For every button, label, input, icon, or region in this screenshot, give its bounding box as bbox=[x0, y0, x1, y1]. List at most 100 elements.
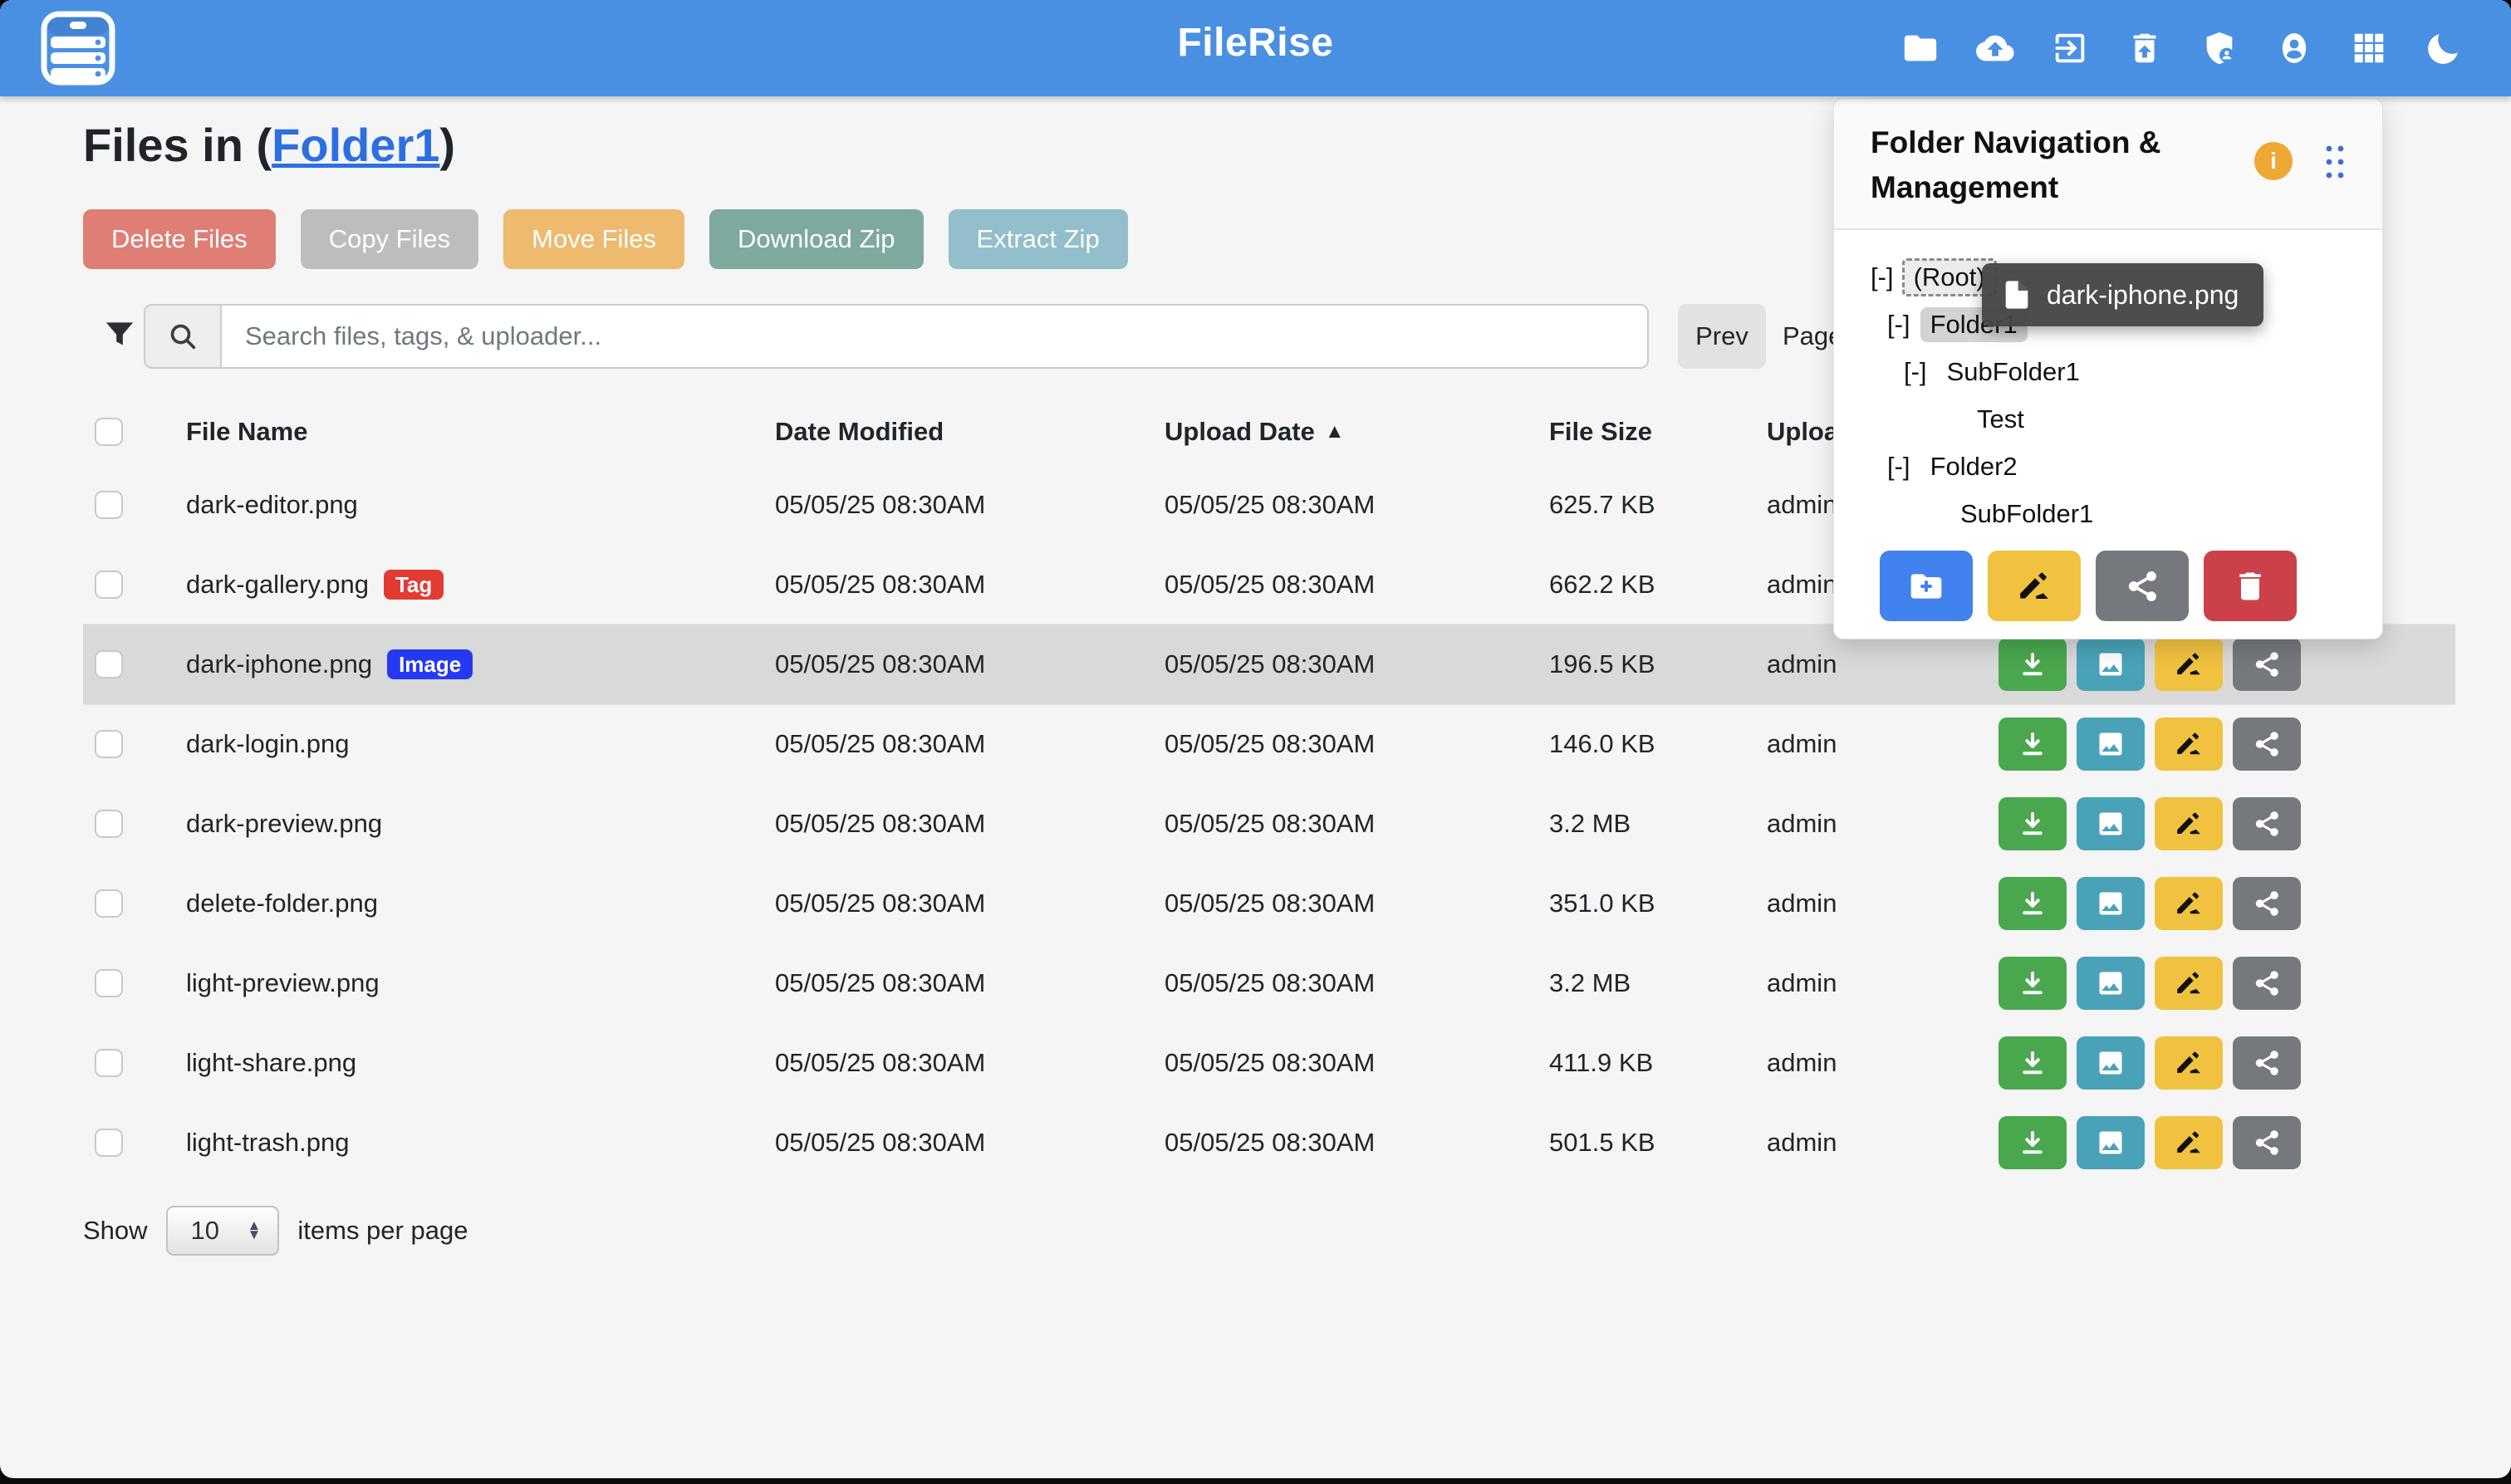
sign-in-icon[interactable] bbox=[2049, 27, 2091, 69]
column-header-date-modified[interactable]: Date Modified bbox=[775, 399, 944, 465]
filter-funnel-icon[interactable] bbox=[101, 317, 138, 354]
table-row[interactable]: light-trash.png 05/05/25 08:30AM 05/05/2… bbox=[83, 1103, 2455, 1183]
share-button[interactable] bbox=[2233, 957, 2301, 1010]
tree-toggle[interactable]: [-] bbox=[1887, 452, 1910, 482]
image-preview-button[interactable] bbox=[2077, 1116, 2145, 1169]
share-button[interactable] bbox=[2096, 551, 2189, 621]
drag-ghost-tooltip: dark-iphone.png bbox=[1982, 263, 2263, 326]
table-row[interactable]: light-preview.png 05/05/25 08:30AM 05/05… bbox=[83, 943, 2455, 1023]
download-button[interactable] bbox=[1999, 877, 2067, 930]
download-button[interactable] bbox=[1999, 957, 2067, 1010]
rename-button[interactable] bbox=[2155, 1036, 2223, 1090]
top-bar: FileRise bbox=[0, 0, 2511, 96]
rename-button[interactable] bbox=[2155, 877, 2223, 930]
image-preview-button[interactable] bbox=[2077, 957, 2145, 1010]
file-icon bbox=[2000, 278, 2033, 311]
row-checkbox[interactable] bbox=[95, 1049, 123, 1077]
select-all-checkbox[interactable] bbox=[95, 418, 123, 446]
delete-files-button[interactable]: Delete Files bbox=[83, 209, 276, 269]
trash-restore-icon[interactable] bbox=[2124, 27, 2165, 69]
file-name: light-trash.png bbox=[186, 1128, 349, 1158]
row-checkbox[interactable] bbox=[95, 1129, 123, 1157]
download-button[interactable] bbox=[1999, 718, 2067, 771]
download-button[interactable] bbox=[1999, 638, 2067, 691]
folder-label[interactable]: Test bbox=[1967, 402, 2034, 437]
image-preview-button[interactable] bbox=[2077, 797, 2145, 850]
folder-label[interactable]: SubFolder1 bbox=[1950, 497, 2103, 531]
file-size-cell: 3.2 MB bbox=[1549, 784, 1631, 864]
folder-tree-item[interactable]: Test bbox=[1871, 395, 2382, 443]
share-button[interactable] bbox=[2233, 638, 2301, 691]
folder-tree-item[interactable]: [-] Folder2 bbox=[1871, 443, 2382, 490]
row-checkbox[interactable] bbox=[95, 969, 123, 997]
column-header-upload-date[interactable]: Upload Date ▲ bbox=[1165, 399, 1345, 465]
trash-button[interactable] bbox=[2204, 551, 2297, 621]
share-button[interactable] bbox=[2233, 797, 2301, 850]
row-checkbox[interactable] bbox=[95, 571, 123, 599]
file-name: light-share.png bbox=[186, 1048, 356, 1078]
tree-toggle[interactable]: [-] bbox=[1887, 310, 1910, 340]
column-header-file-name[interactable]: File Name bbox=[186, 399, 307, 465]
row-checkbox[interactable] bbox=[95, 730, 123, 758]
download-zip-button[interactable]: Download Zip bbox=[709, 209, 924, 269]
folder-tree-item[interactable]: SubFolder1 bbox=[1871, 490, 2382, 537]
per-page-select[interactable]: 10 ▲▼ bbox=[166, 1206, 280, 1256]
dark-mode-icon[interactable] bbox=[2423, 27, 2464, 69]
extract-zip-button[interactable]: Extract Zip bbox=[949, 209, 1128, 269]
share-button[interactable] bbox=[2233, 877, 2301, 930]
row-checkbox[interactable] bbox=[95, 491, 123, 519]
share-button[interactable] bbox=[2233, 1036, 2301, 1090]
column-header-file-size[interactable]: File Size bbox=[1549, 399, 1652, 465]
folder-label[interactable]: Folder2 bbox=[1920, 449, 2028, 484]
move-files-button[interactable]: Move Files bbox=[503, 209, 684, 269]
row-actions bbox=[1999, 1116, 2301, 1169]
drag-handle-icon[interactable] bbox=[2321, 142, 2349, 186]
share-button[interactable] bbox=[2233, 718, 2301, 771]
table-row[interactable]: dark-preview.png 05/05/25 08:30AM 05/05/… bbox=[83, 784, 2455, 864]
admin-shield-icon[interactable] bbox=[2199, 27, 2240, 69]
folder-label[interactable]: SubFolder1 bbox=[1937, 355, 2090, 389]
folder-panel-title: Folder Navigation & Management bbox=[1871, 120, 2236, 209]
file-size-cell: 146.0 KB bbox=[1549, 704, 1655, 784]
info-icon[interactable]: i bbox=[2254, 142, 2293, 180]
prev-page-button[interactable]: Prev bbox=[1678, 304, 1766, 369]
file-name: delete-folder.png bbox=[186, 889, 378, 918]
tree-toggle[interactable]: [-] bbox=[1871, 262, 1894, 292]
download-button[interactable] bbox=[1999, 1036, 2067, 1090]
spinner-arrows-icon[interactable]: ▲▼ bbox=[248, 1222, 262, 1239]
apps-grid-icon[interactable] bbox=[2348, 27, 2390, 69]
table-row[interactable]: light-share.png 05/05/25 08:30AM 05/05/2… bbox=[83, 1023, 2455, 1103]
rename-button[interactable] bbox=[1988, 551, 2081, 621]
download-button[interactable] bbox=[1999, 1116, 2067, 1169]
current-folder-link[interactable]: Folder1 bbox=[272, 119, 439, 171]
row-checkbox[interactable] bbox=[95, 810, 123, 838]
rename-button[interactable] bbox=[2155, 957, 2223, 1010]
drag-ghost-filename: dark-iphone.png bbox=[2047, 280, 2239, 311]
rename-button[interactable] bbox=[2155, 797, 2223, 850]
rename-button[interactable] bbox=[2155, 718, 2223, 771]
folder-icon[interactable] bbox=[1900, 27, 1941, 69]
file-name-cell: light-share.png bbox=[186, 1023, 356, 1103]
rename-button[interactable] bbox=[2155, 1116, 2223, 1169]
image-preview-button[interactable] bbox=[2077, 877, 2145, 930]
row-actions bbox=[1999, 718, 2301, 771]
table-row[interactable]: delete-folder.png 05/05/25 08:30AM 05/05… bbox=[83, 864, 2455, 943]
tree-toggle[interactable]: [-] bbox=[1904, 357, 1927, 387]
rename-button[interactable] bbox=[2155, 638, 2223, 691]
table-row[interactable]: dark-login.png 05/05/25 08:30AM 05/05/25… bbox=[83, 704, 2455, 784]
row-checkbox[interactable] bbox=[95, 650, 123, 678]
user-profile-icon[interactable] bbox=[2273, 27, 2315, 69]
share-button[interactable] bbox=[2233, 1116, 2301, 1169]
uploader-cell: admin bbox=[1767, 864, 1837, 943]
image-preview-button[interactable] bbox=[2077, 638, 2145, 691]
image-preview-button[interactable] bbox=[2077, 718, 2145, 771]
image-preview-button[interactable] bbox=[2077, 1036, 2145, 1090]
row-checkbox[interactable] bbox=[95, 889, 123, 918]
folder-plus-button[interactable] bbox=[1880, 551, 1973, 621]
copy-files-button[interactable]: Copy Files bbox=[301, 209, 478, 269]
show-label: Show bbox=[83, 1216, 148, 1246]
cloud-upload-icon[interactable] bbox=[1974, 27, 2016, 69]
folder-tree-item[interactable]: [-] SubFolder1 bbox=[1871, 348, 2382, 395]
download-button[interactable] bbox=[1999, 797, 2067, 850]
search-input[interactable] bbox=[220, 304, 1649, 369]
